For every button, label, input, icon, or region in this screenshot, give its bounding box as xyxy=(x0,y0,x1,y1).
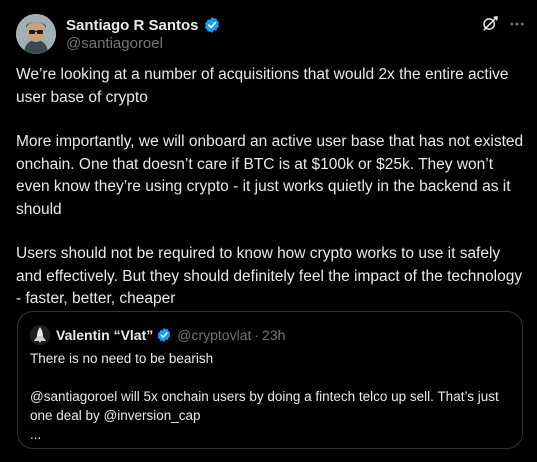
more-options-icon[interactable] xyxy=(506,13,528,35)
separator-dot: · xyxy=(254,327,260,343)
quote-timestamp[interactable]: 23h xyxy=(262,327,285,343)
verified-badge-icon xyxy=(203,16,221,34)
post-card: Santiago R Santos @santiagoroel We’re lo… xyxy=(0,0,537,462)
quoted-tweet[interactable]: Valentin “Vlat” @cryptovlat · 23h There … xyxy=(17,311,523,449)
grok-icon[interactable] xyxy=(479,13,501,35)
quote-line: @santiagoroel will 5x onchain users by d… xyxy=(30,389,499,423)
quote-author-avatar[interactable] xyxy=(30,325,50,345)
quote-avatar-image xyxy=(30,325,50,345)
quote-header[interactable]: Valentin “Vlat” @cryptovlat · 23h xyxy=(30,325,285,345)
author-name-row[interactable]: Santiago R Santos xyxy=(66,15,221,35)
author-handle[interactable]: @santiagoroel xyxy=(66,35,163,52)
author-avatar[interactable] xyxy=(16,14,56,54)
tweet-paragraph: More importantly, we will onboard an act… xyxy=(16,133,524,218)
tweet-paragraph: Users should not be required to know how… xyxy=(16,245,523,307)
quote-author-name[interactable]: Valentin “Vlat” xyxy=(56,327,153,343)
quote-line: There is no need to be bearish xyxy=(30,351,214,366)
tweet-text: We’re looking at a number of acquisition… xyxy=(16,64,524,311)
quote-line: ... xyxy=(30,427,42,442)
verified-badge-icon xyxy=(156,327,172,343)
avatar-image xyxy=(16,14,56,54)
author-name[interactable]: Santiago R Santos xyxy=(66,17,199,34)
quote-author-handle[interactable]: @cryptovlat xyxy=(177,327,251,343)
tweet-paragraph: We’re looking at a number of acquisition… xyxy=(16,66,509,106)
quote-text: There is no need to be bearish @santiago… xyxy=(30,349,510,444)
